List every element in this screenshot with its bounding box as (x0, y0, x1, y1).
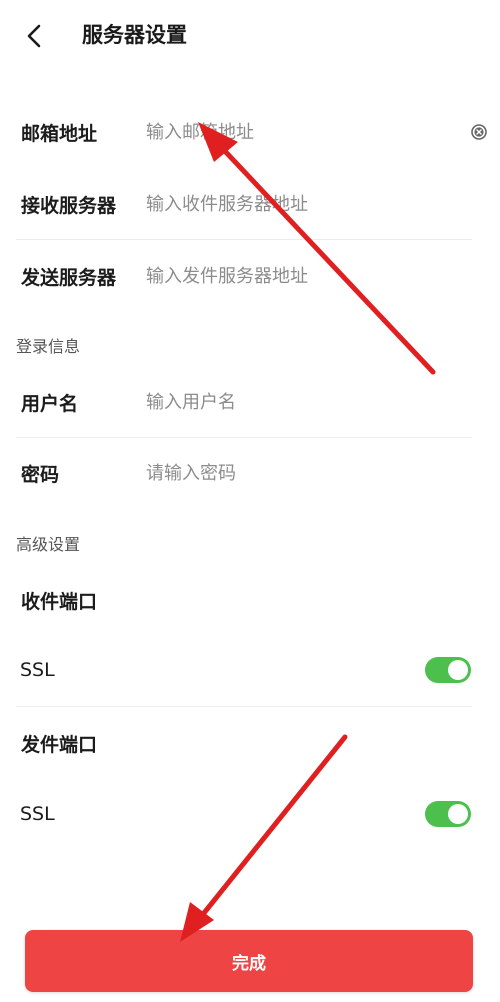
email-label: 邮箱地址 (21, 122, 98, 145)
incoming-ssl-toggle[interactable] (425, 657, 471, 683)
password-field[interactable] (146, 462, 446, 484)
password-label: 密码 (21, 463, 60, 486)
incoming-ssl-label: SSL (20, 659, 55, 681)
divider (16, 437, 472, 438)
email-field[interactable] (146, 121, 446, 143)
outgoing-server-field[interactable] (146, 265, 446, 287)
arrow-up-icon (198, 122, 436, 375)
divider (16, 706, 472, 707)
outgoing-server-row: 发送服务器 (0, 256, 500, 296)
username-label: 用户名 (21, 392, 79, 415)
divider (16, 239, 472, 240)
outgoing-ssl-label: SSL (20, 803, 55, 825)
password-row: 密码 (0, 453, 500, 493)
done-button[interactable]: 完成 (25, 930, 473, 992)
incoming-server-field[interactable] (146, 193, 446, 215)
incoming-port-label: 收件端口 (21, 590, 98, 613)
incoming-ssl-row: SSL (0, 650, 500, 690)
incoming-server-row: 接收服务器 (0, 184, 500, 224)
incoming-port-row[interactable]: 收件端口 (0, 580, 500, 620)
outgoing-ssl-row: SSL (0, 794, 500, 834)
chevron-left-icon (27, 24, 41, 48)
outgoing-port-label: 发件端口 (21, 733, 98, 756)
arrow-down-icon (180, 734, 348, 942)
outgoing-ssl-toggle[interactable] (425, 801, 471, 827)
outgoing-port-row[interactable]: 发件端口 (0, 723, 500, 763)
email-row: 邮箱地址 (0, 112, 500, 152)
header-bar: 服务器设置 (0, 0, 500, 72)
clear-icon[interactable] (471, 124, 487, 140)
username-row: 用户名 (0, 382, 500, 422)
page-title: 服务器设置 (82, 23, 187, 47)
username-field[interactable] (146, 391, 446, 413)
advanced-section-title: 高级设置 (16, 535, 81, 554)
toggle-knob (448, 660, 468, 680)
login-section-title: 登录信息 (16, 337, 81, 356)
toggle-knob (448, 804, 468, 824)
incoming-server-label: 接收服务器 (21, 194, 117, 217)
back-button[interactable] (14, 16, 54, 56)
outgoing-server-label: 发送服务器 (21, 266, 117, 289)
